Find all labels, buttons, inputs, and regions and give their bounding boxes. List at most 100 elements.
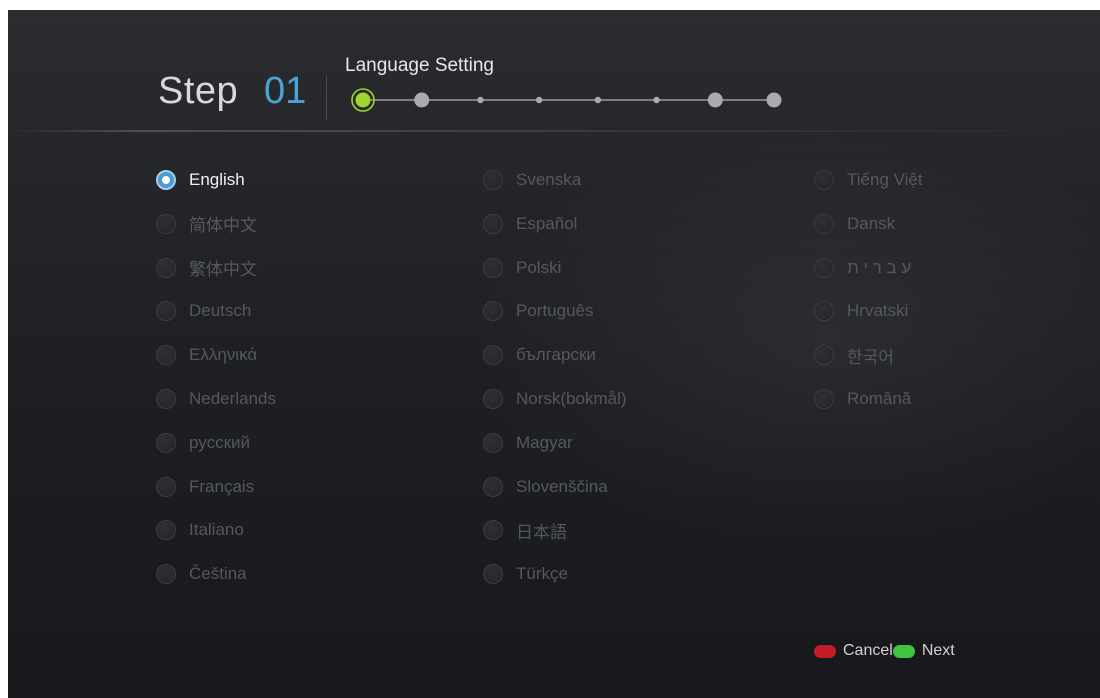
language-option-label: Italiano [189,520,244,540]
radio-unselected-icon[interactable] [156,476,176,497]
language-option[interactable]: Slovenščina [483,473,608,501]
language-option[interactable]: Español [483,210,577,238]
step-label: Step [158,70,239,112]
language-option-label: Türkçe [516,564,568,584]
language-option-label: Svenska [516,170,582,189]
radio-unselected-icon[interactable] [156,257,176,278]
step-dot [477,96,484,104]
language-option[interactable]: Čeština [156,560,247,588]
radio-unselected-icon[interactable] [483,389,503,409]
step-dot [766,92,782,108]
step-dot [535,96,543,104]
language-option-label: Română [847,389,912,408]
step-dot [653,96,660,104]
language-option-label: Dansk [847,213,896,233]
radio-unselected-icon[interactable] [483,170,503,190]
radio-unselected-icon[interactable] [483,257,503,278]
language-option[interactable]: 日本語 [483,516,567,544]
language-option[interactable]: Svenska [483,166,581,194]
language-option[interactable]: Nederlands [156,385,276,413]
radio-unselected-icon[interactable] [814,213,834,234]
radio-unselected-icon[interactable] [814,170,834,190]
radio-unselected-icon[interactable] [156,345,176,366]
header-divider [326,76,327,120]
footer-hints: Cancel Next [814,642,955,660]
red-key-icon [814,644,836,658]
language-option[interactable]: Türkçe [483,560,568,588]
language-option-label: Español [516,213,578,233]
radio-selected-icon[interactable] [156,170,176,190]
radio-unselected-icon[interactable] [814,257,834,278]
language-option[interactable]: 繁体中文 [156,254,257,282]
language-option-label: български [516,345,596,365]
step-number: 01 [264,70,307,112]
header-separator [8,130,1100,132]
language-option[interactable]: Português [483,297,594,325]
language-option[interactable]: Hrvatski [814,297,908,325]
radio-unselected-icon[interactable] [483,213,503,234]
language-option-label: Português [516,301,594,321]
radio-unselected-icon[interactable] [814,345,834,366]
language-option-label: Hrvatski [847,301,909,321]
page-title: Language Setting [345,55,494,76]
language-option[interactable]: 简体中文 [156,210,257,238]
radio-unselected-icon[interactable] [814,301,834,322]
language-option[interactable]: Tiếng Việt [814,166,923,194]
language-option[interactable]: ע ב ר י ת [814,254,911,282]
next-label: Next [921,642,955,659]
cancel-label: Cancel [843,642,893,659]
language-option[interactable]: Italiano [156,516,244,544]
next-button[interactable]: Next [892,642,955,660]
language-option-label: Deutsch [189,301,252,321]
language-option[interactable]: Français [156,473,254,501]
step-progress-indicator [351,88,782,112]
current-step-dot [355,92,371,108]
language-option-label: Nederlands [189,389,276,408]
language-option-label: English [189,170,245,189]
language-option[interactable]: English [156,166,245,194]
language-option[interactable]: Dansk [814,210,895,238]
language-option-label: Français [189,476,255,496]
language-option-label: Tiếng Việt [847,170,923,189]
step-dot [414,92,430,108]
radio-unselected-icon[interactable] [156,432,176,453]
language-option[interactable]: Norsk(bokmål) [483,385,627,413]
step-dot [707,92,723,108]
language-option-label: 繁体中文 [189,260,257,280]
radio-unselected-icon[interactable] [483,564,503,585]
radio-unselected-icon[interactable] [483,520,503,541]
radio-unselected-icon[interactable] [156,389,176,409]
language-option-label: Čeština [189,564,247,584]
language-option-label: 한국어 [847,347,894,367]
radio-unselected-icon[interactable] [483,301,503,322]
radio-unselected-icon[interactable] [156,564,176,585]
language-option[interactable]: Polski [483,254,561,282]
language-option-label: Norsk(bokmål) [516,389,627,408]
language-option[interactable]: русский [156,429,250,457]
language-option[interactable]: Română [814,385,911,413]
language-option-label: 简体中文 [189,216,257,236]
language-option-label: русский [189,432,251,452]
language-option[interactable]: Ελληνικά [156,341,257,369]
radio-unselected-icon[interactable] [483,476,503,497]
language-option[interactable]: 한국어 [814,341,894,369]
language-option-label: Polski [516,257,562,277]
radio-unselected-icon[interactable] [156,301,176,322]
setup-wizard-screen: Step 01 Language Setting English 简体中文繁体中文… [8,10,1100,698]
language-option[interactable]: Magyar [483,429,573,457]
language-option-label: Magyar [516,432,573,452]
radio-unselected-icon[interactable] [483,345,503,366]
language-option[interactable]: Deutsch [156,297,251,325]
step-dot [594,96,602,104]
language-option-label: Slovenščina [516,476,608,496]
language-option-label: Ελληνικά [189,345,258,365]
radio-unselected-icon[interactable] [156,520,176,541]
language-option[interactable]: български [483,341,596,369]
radio-unselected-icon[interactable] [483,432,503,453]
radio-unselected-icon[interactable] [814,389,834,409]
green-key-icon [892,644,915,658]
language-option-label: ע ב ר י ת [847,257,912,277]
radio-unselected-icon[interactable] [156,213,176,234]
language-option-label: 日本語 [516,522,567,542]
cancel-button[interactable]: Cancel [814,642,893,660]
